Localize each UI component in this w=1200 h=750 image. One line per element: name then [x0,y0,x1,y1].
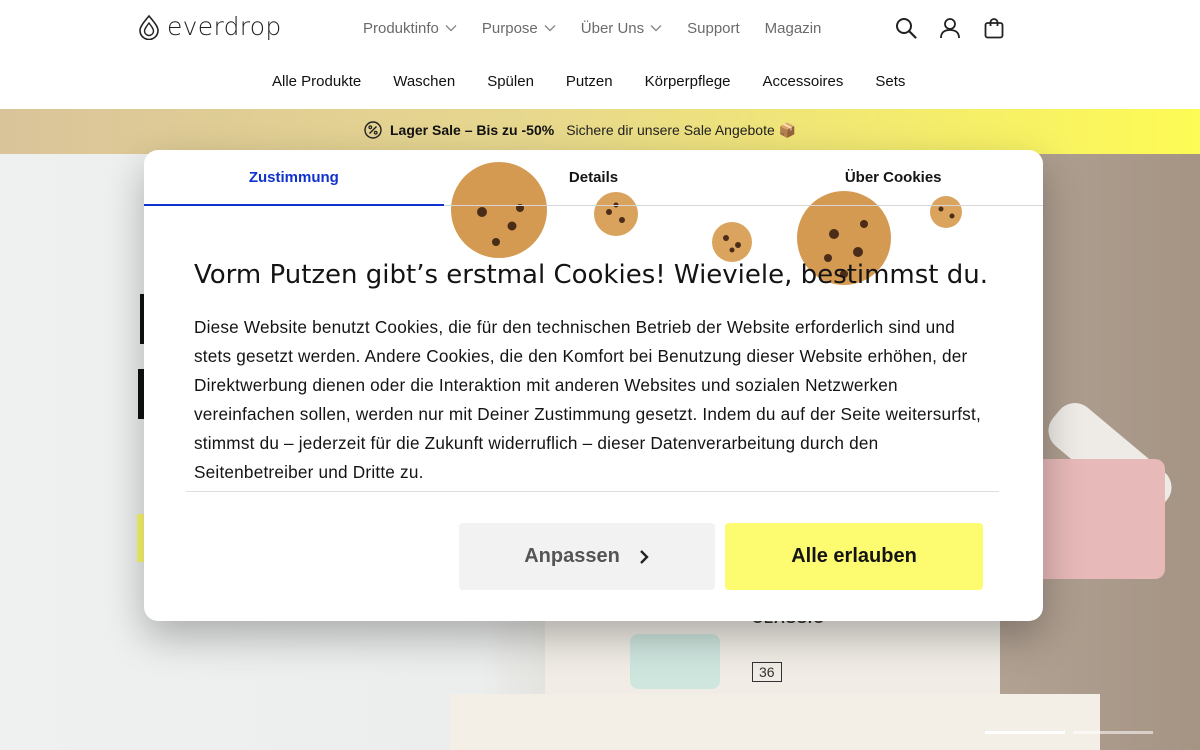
promo-text: Sichere dir unsere Sale Angebote 📦 [566,121,797,138]
category-spuelen[interactable]: Spülen [487,73,534,90]
chevron-down-icon [445,25,457,32]
nav-label: Produktinfo [363,19,439,37]
allow-all-button-label: Alle erlauben [791,545,917,567]
category-sets[interactable]: Sets [875,73,905,90]
category-accessoires[interactable]: Accessoires [763,73,844,90]
chevron-right-icon [639,549,649,564]
promo-banner[interactable]: Lager Sale – Bis zu -50% Sichere dir uns… [0,109,1200,154]
slider-pagination [985,731,1153,734]
category-alle-produkte[interactable]: Alle Produkte [272,73,361,90]
hero-product-badge: 36 [752,662,782,682]
category-waschen[interactable]: Waschen [393,73,455,90]
account-icon[interactable] [939,16,961,40]
slider-dot-active[interactable] [985,731,1065,734]
category-koerperpflege[interactable]: Körperpflege [645,73,731,90]
cookie-dialog-title: Vorm Putzen gibt’s erstmal Cookies! Wiev… [194,260,989,290]
divider [186,491,999,492]
chevron-down-icon [544,25,556,32]
chevron-down-icon [650,25,662,32]
nav-item-magazin[interactable]: Magazin [765,18,822,38]
nav-label: Über Uns [580,19,645,37]
customize-button[interactable]: Anpassen [459,523,715,590]
slider-dot[interactable] [1073,731,1153,734]
allow-all-button[interactable]: Alle erlauben [725,523,983,590]
brand-name: everdrop [167,12,282,41]
cookie-consent-dialog: Zustimmung Details Über Cookies Vorm Put… [144,150,1043,621]
hero-box-base-image [450,694,1100,750]
main-navigation: Produktinfo Purpose Über Uns Support Mag… [363,18,846,38]
nav-label: Purpose [481,19,538,37]
nav-label: Support [687,19,740,37]
tab-details[interactable]: Details [444,150,744,205]
promo-headline: Lager Sale – Bis zu -50% [390,122,555,138]
cookie-tabs: Zustimmung Details Über Cookies [144,150,1043,206]
nav-item-produktinfo[interactable]: Produktinfo [363,18,457,38]
brand-logo[interactable]: everdrop [137,13,282,41]
cookie-icon [712,222,752,262]
nav-label: Magazin [764,19,822,37]
site-header: everdrop Produktinfo Purpose Über Uns Su… [0,0,1200,56]
tab-ueber-cookies[interactable]: Über Cookies [743,150,1043,205]
percent-icon [364,121,382,139]
header-actions [895,16,1005,40]
hero-dish-tabs-image [630,634,720,689]
customize-button-label: Anpassen [524,545,620,567]
search-icon[interactable] [895,16,917,40]
nav-item-support[interactable]: Support [687,18,740,38]
category-putzen[interactable]: Putzen [566,73,613,90]
cookie-dialog-body: Diese Website benutzt Cookies, die für d… [194,317,981,482]
drop-logo-icon [139,14,159,40]
tab-zustimmung[interactable]: Zustimmung [144,150,444,206]
nav-item-ueber-uns[interactable]: Über Uns [581,18,662,38]
category-navigation: Alle Produkte Waschen Spülen Putzen Körp… [0,56,1200,109]
cart-icon[interactable] [983,16,1005,40]
nav-item-purpose[interactable]: Purpose [482,18,556,38]
